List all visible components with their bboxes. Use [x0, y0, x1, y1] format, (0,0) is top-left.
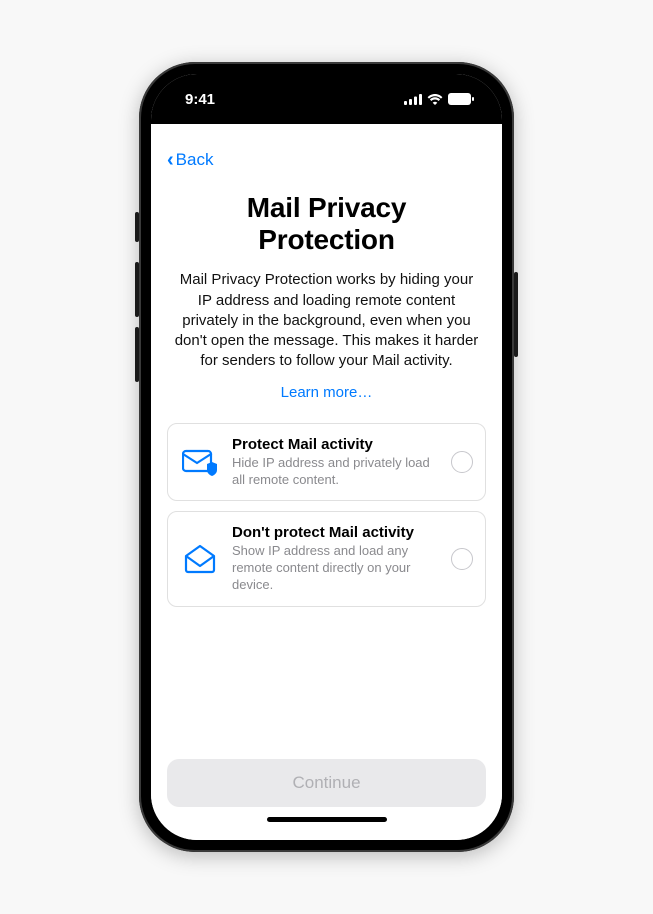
option-protect[interactable]: Protect Mail activity Hide IP address an… [167, 423, 486, 502]
option-title: Don't protect Mail activity [232, 524, 439, 541]
cellular-icon [404, 94, 422, 105]
battery-icon [448, 93, 474, 105]
option-dont-protect[interactable]: Don't protect Mail activity Show IP addr… [167, 511, 486, 607]
options-group: Protect Mail activity Hide IP address an… [167, 423, 486, 607]
page-description: Mail Privacy Protection works by hiding … [167, 270, 486, 383]
status-time: 9:41 [185, 91, 215, 108]
option-subtitle: Show IP address and load any remote cont… [232, 543, 439, 594]
wifi-icon [427, 94, 443, 105]
back-button[interactable]: ‹ Back [167, 150, 486, 192]
power-button [514, 272, 518, 357]
home-indicator[interactable] [267, 817, 387, 822]
option-subtitle: Hide IP address and privately load all r… [232, 455, 439, 489]
chevron-left-icon: ‹ [167, 150, 174, 170]
continue-button[interactable]: Continue [167, 759, 486, 807]
screen: 9:41 ‹ Back Mail Privacy Protection Mail… [151, 74, 502, 840]
radio-unselected[interactable] [451, 548, 473, 570]
mute-switch [135, 212, 139, 242]
learn-more-link[interactable]: Learn more… [167, 384, 486, 423]
phone-frame: 9:41 ‹ Back Mail Privacy Protection Mail… [139, 62, 514, 852]
volume-down-button [135, 327, 139, 382]
envelope-open-icon [180, 543, 220, 575]
radio-unselected[interactable] [451, 451, 473, 473]
back-label: Back [176, 150, 214, 170]
option-title: Protect Mail activity [232, 436, 439, 453]
volume-up-button [135, 262, 139, 317]
page-title: Mail Privacy Protection [167, 192, 486, 270]
envelope-shield-icon [180, 448, 220, 476]
status-indicators [404, 93, 474, 105]
sheet-content: ‹ Back Mail Privacy Protection Mail Priv… [151, 138, 502, 840]
dynamic-island [271, 88, 383, 120]
